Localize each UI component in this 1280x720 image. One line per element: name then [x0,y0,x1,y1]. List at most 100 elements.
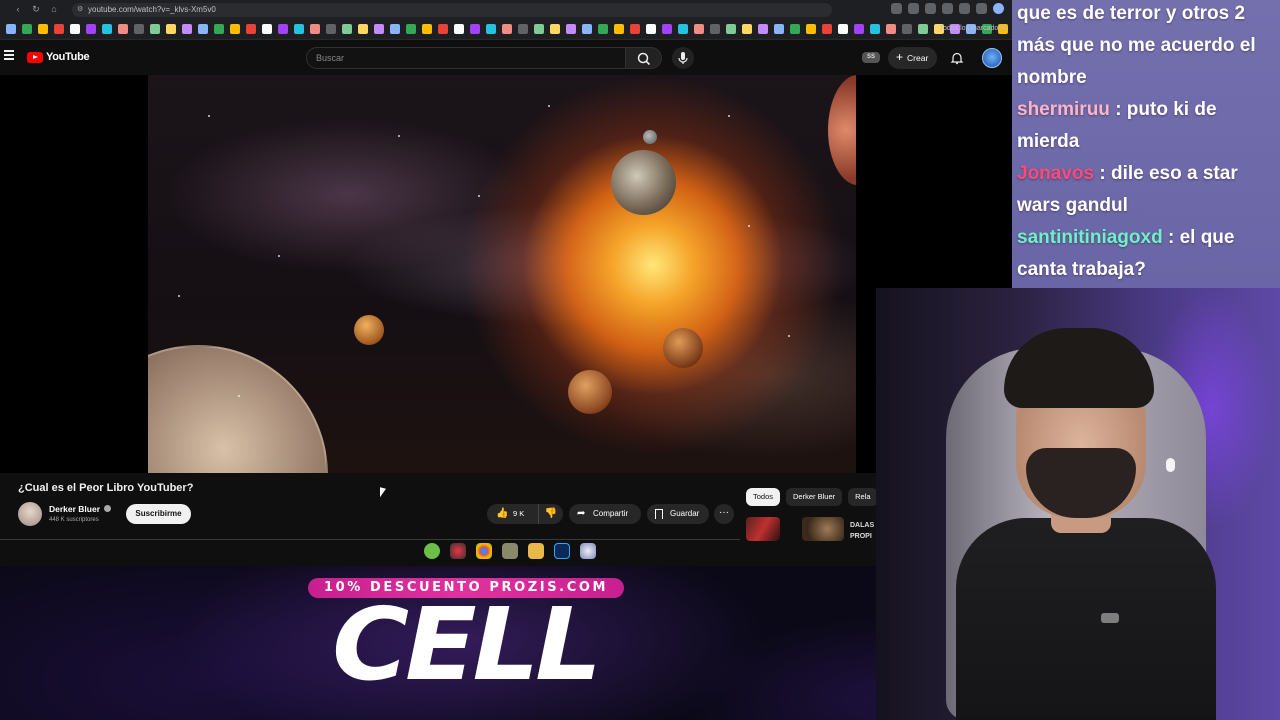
extension-icon[interactable] [891,3,902,14]
bookmark-favicon-icon[interactable] [278,24,288,34]
app-icon[interactable] [580,543,596,559]
bookmark-favicon-icon[interactable] [150,24,160,34]
app-icon[interactable] [424,543,440,559]
bookmark-favicon-icon[interactable] [38,24,48,34]
bookmark-favicon-icon[interactable] [470,24,480,34]
bookmark-favicon-icon[interactable] [518,24,528,34]
bookmark-favicon-icon[interactable] [902,24,912,34]
bookmark-favicon-icon[interactable] [294,24,304,34]
extension-icon[interactable] [908,3,919,14]
chat-username[interactable]: shermiruu [1017,99,1110,120]
bookmark-favicon-icon[interactable] [326,24,336,34]
bookmark-favicon-icon[interactable] [22,24,32,34]
bookmark-favicon-icon[interactable] [118,24,128,34]
bookmark-favicon-icon[interactable] [838,24,848,34]
voice-search-button[interactable] [672,47,694,69]
bookmark-favicon-icon[interactable] [886,24,896,34]
search-button[interactable] [626,47,662,69]
bookmark-favicon-icon[interactable] [54,24,64,34]
app-icon[interactable] [450,543,466,559]
related-video-title[interactable]: DALAS PROPI [850,520,876,542]
share-button[interactable]: ➦ Compartir [569,504,641,524]
bookmark-favicon-icon[interactable] [758,24,768,34]
more-actions-button[interactable]: ··· [714,504,734,524]
bookmark-favicon-icon[interactable] [662,24,672,34]
bookmark-favicon-icon[interactable] [166,24,176,34]
channel-name[interactable]: Derker Bluer [49,504,100,514]
bookmark-favicon-icon[interactable] [422,24,432,34]
chat-username[interactable]: Jonavos [1017,163,1094,184]
bookmark-favicon-icon[interactable] [550,24,560,34]
bookmark-favicon-icon[interactable] [70,24,80,34]
bookmark-favicon-icon[interactable] [534,24,544,34]
bookmark-favicon-icon[interactable] [230,24,240,34]
bookmark-favicon-icon[interactable] [582,24,592,34]
bookmark-favicon-icon[interactable] [182,24,192,34]
bookmark-favicon-icon[interactable] [262,24,272,34]
bookmark-favicon-icon[interactable] [790,24,800,34]
notifications-bell-icon[interactable] [950,51,964,65]
reload-icon[interactable]: ↻ [30,3,42,15]
app-icon[interactable] [502,543,518,559]
chip-derker-bluer[interactable]: Derker Bluer [786,488,843,506]
extension-icon[interactable] [976,3,987,14]
back-icon[interactable]: ‹ [12,3,24,15]
bookmark-favicon-icon[interactable] [918,24,928,34]
related-video[interactable]: DALAS PROPI [746,517,876,541]
bookmark-favicon-icon[interactable] [214,24,224,34]
home-icon[interactable]: ⌂ [48,3,60,15]
site-info-icon[interactable]: ⚙ [77,3,83,17]
dislike-button[interactable]: 👎 [538,504,563,524]
chat-username[interactable]: santinitiniagoxd [1017,227,1163,248]
photoshop-icon[interactable] [554,543,570,559]
bookmark-favicon-icon[interactable] [86,24,96,34]
bookmark-favicon-icon[interactable] [710,24,720,34]
bookmark-favicon-icon[interactable] [870,24,880,34]
bookmark-favicon-icon[interactable] [406,24,416,34]
extension-icon[interactable] [925,3,936,14]
bookmark-favicon-icon[interactable] [198,24,208,34]
video-player[interactable] [0,75,1012,473]
bookmark-favicon-icon[interactable] [694,24,704,34]
related-thumbnail[interactable] [802,517,844,541]
like-button[interactable]: 👍 9 K [487,504,537,524]
chip-todos[interactable]: Todos [746,488,781,506]
chrome-icon[interactable] [476,543,492,559]
bookmark-favicon-icon[interactable] [726,24,736,34]
ss-badge[interactable]: SS [862,52,880,63]
address-bar[interactable]: ⚙ youtube.com/watch?v=_klvs-Xm5v0 [72,3,832,17]
bookmark-favicon-icon[interactable] [374,24,384,34]
bookmark-favicon-icon[interactable] [502,24,512,34]
search-input[interactable]: Buscar [306,47,626,69]
bookmark-favicon-icon[interactable] [438,24,448,34]
bookmark-favicon-icon[interactable] [630,24,640,34]
profile-icon[interactable] [993,3,1004,14]
extension-icon[interactable] [959,3,970,14]
bookmark-favicon-icon[interactable] [806,24,816,34]
bookmark-favicon-icon[interactable] [134,24,144,34]
bookmark-favicon-icon[interactable] [358,24,368,34]
bookmark-favicon-icon[interactable] [614,24,624,34]
bookmark-favicon-icon[interactable] [822,24,832,34]
bookmark-favicon-icon[interactable] [102,24,112,34]
create-button[interactable]: + Crear [888,47,938,69]
bookmarks-folder[interactable]: Todos los marcadores [940,23,1008,35]
youtube-logo[interactable]: YouTube [27,51,90,63]
bookmark-favicon-icon[interactable] [390,24,400,34]
bookmark-favicon-icon[interactable] [486,24,496,34]
bookmark-favicon-icon[interactable] [678,24,688,34]
bookmark-favicon-icon[interactable] [646,24,656,34]
related-thumbnail[interactable] [746,517,780,541]
bookmark-favicon-icon[interactable] [774,24,784,34]
subscribe-button[interactable]: Suscribirme [126,504,191,524]
folder-icon[interactable] [528,543,544,559]
bookmark-favicon-icon[interactable] [854,24,864,34]
save-button[interactable]: Guardar [647,504,709,524]
bookmark-favicon-icon[interactable] [742,24,752,34]
bookmark-favicon-icon[interactable] [342,24,352,34]
bookmark-favicon-icon[interactable] [6,24,16,34]
bookmark-favicon-icon[interactable] [566,24,576,34]
chip-related[interactable]: Rela [848,488,878,506]
extension-icon[interactable] [942,3,953,14]
channel-avatar[interactable] [18,502,42,526]
